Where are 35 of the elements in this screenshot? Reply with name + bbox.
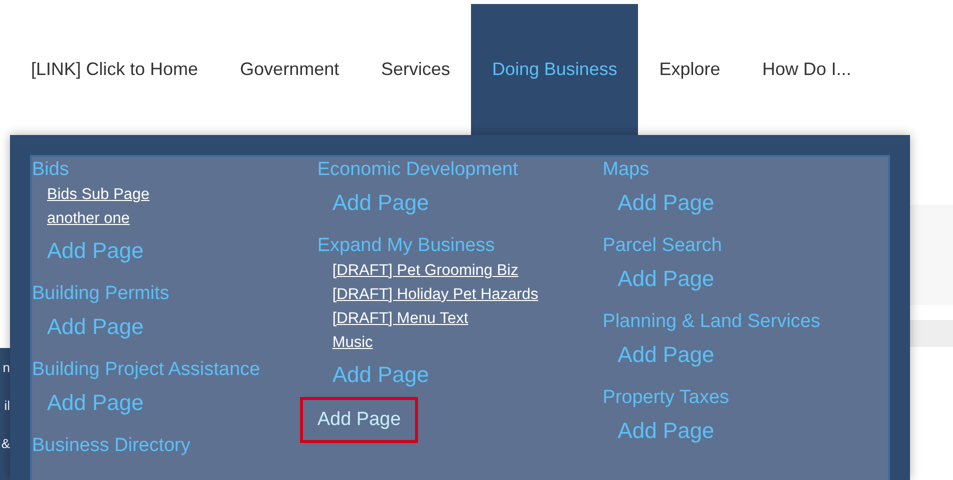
category-link[interactable]: Property Taxes [602, 385, 730, 411]
category-link[interactable]: Parcel Search [602, 233, 722, 259]
subpage-link[interactable]: [DRAFT] Holiday Pet Hazards [332, 283, 538, 307]
category-link[interactable]: Economic Development [317, 157, 518, 183]
side-link[interactable]: n [2, 360, 10, 376]
add-page-link[interactable]: Add Page [47, 387, 144, 419]
add-page-link[interactable]: Add Page [47, 235, 144, 267]
category-link[interactable]: Building Project Assistance [32, 357, 260, 383]
nav-link[interactable]: [LINK] Click to Home [10, 4, 220, 135]
category-link[interactable]: Business Directory [32, 433, 190, 459]
nav-link[interactable]: Government [219, 4, 360, 135]
side-link[interactable]: & [1, 436, 10, 452]
category-link[interactable]: Bids [32, 157, 69, 183]
add-page-link[interactable]: Add Page [47, 311, 144, 343]
side-link[interactable]: il [4, 398, 10, 414]
category-link[interactable]: Expand My Business [317, 233, 495, 259]
add-page-link[interactable]: Add Page [300, 397, 418, 443]
subpage-link[interactable]: Bids Sub Page [47, 183, 150, 207]
category-link[interactable]: Building Permits [32, 281, 170, 307]
subpage-link[interactable]: another one [47, 207, 130, 231]
add-page-link[interactable]: Add Page [332, 359, 429, 391]
nav-link[interactable]: How Do I... [741, 4, 872, 135]
add-page-link[interactable]: Add Page [618, 415, 714, 447]
nav-link[interactable]: Services [360, 4, 472, 135]
add-page-link[interactable]: Add Page [618, 187, 714, 219]
add-page-link[interactable]: Add Page [618, 263, 714, 295]
subpage-link[interactable]: [DRAFT] Pet Grooming Biz [332, 259, 518, 283]
add-page-link[interactable]: Add Page [332, 187, 429, 219]
nav-link[interactable]: Explore [638, 4, 742, 135]
category-link[interactable]: Maps [602, 157, 650, 183]
subpage-link[interactable]: [DRAFT] Menu Text [332, 307, 468, 331]
category-link[interactable]: Planning & Land Services [602, 309, 820, 335]
subpage-link[interactable]: Music [332, 331, 373, 355]
add-page-link[interactable]: Add Page [618, 339, 714, 371]
nav-link[interactable]: Doing Business [471, 4, 638, 135]
